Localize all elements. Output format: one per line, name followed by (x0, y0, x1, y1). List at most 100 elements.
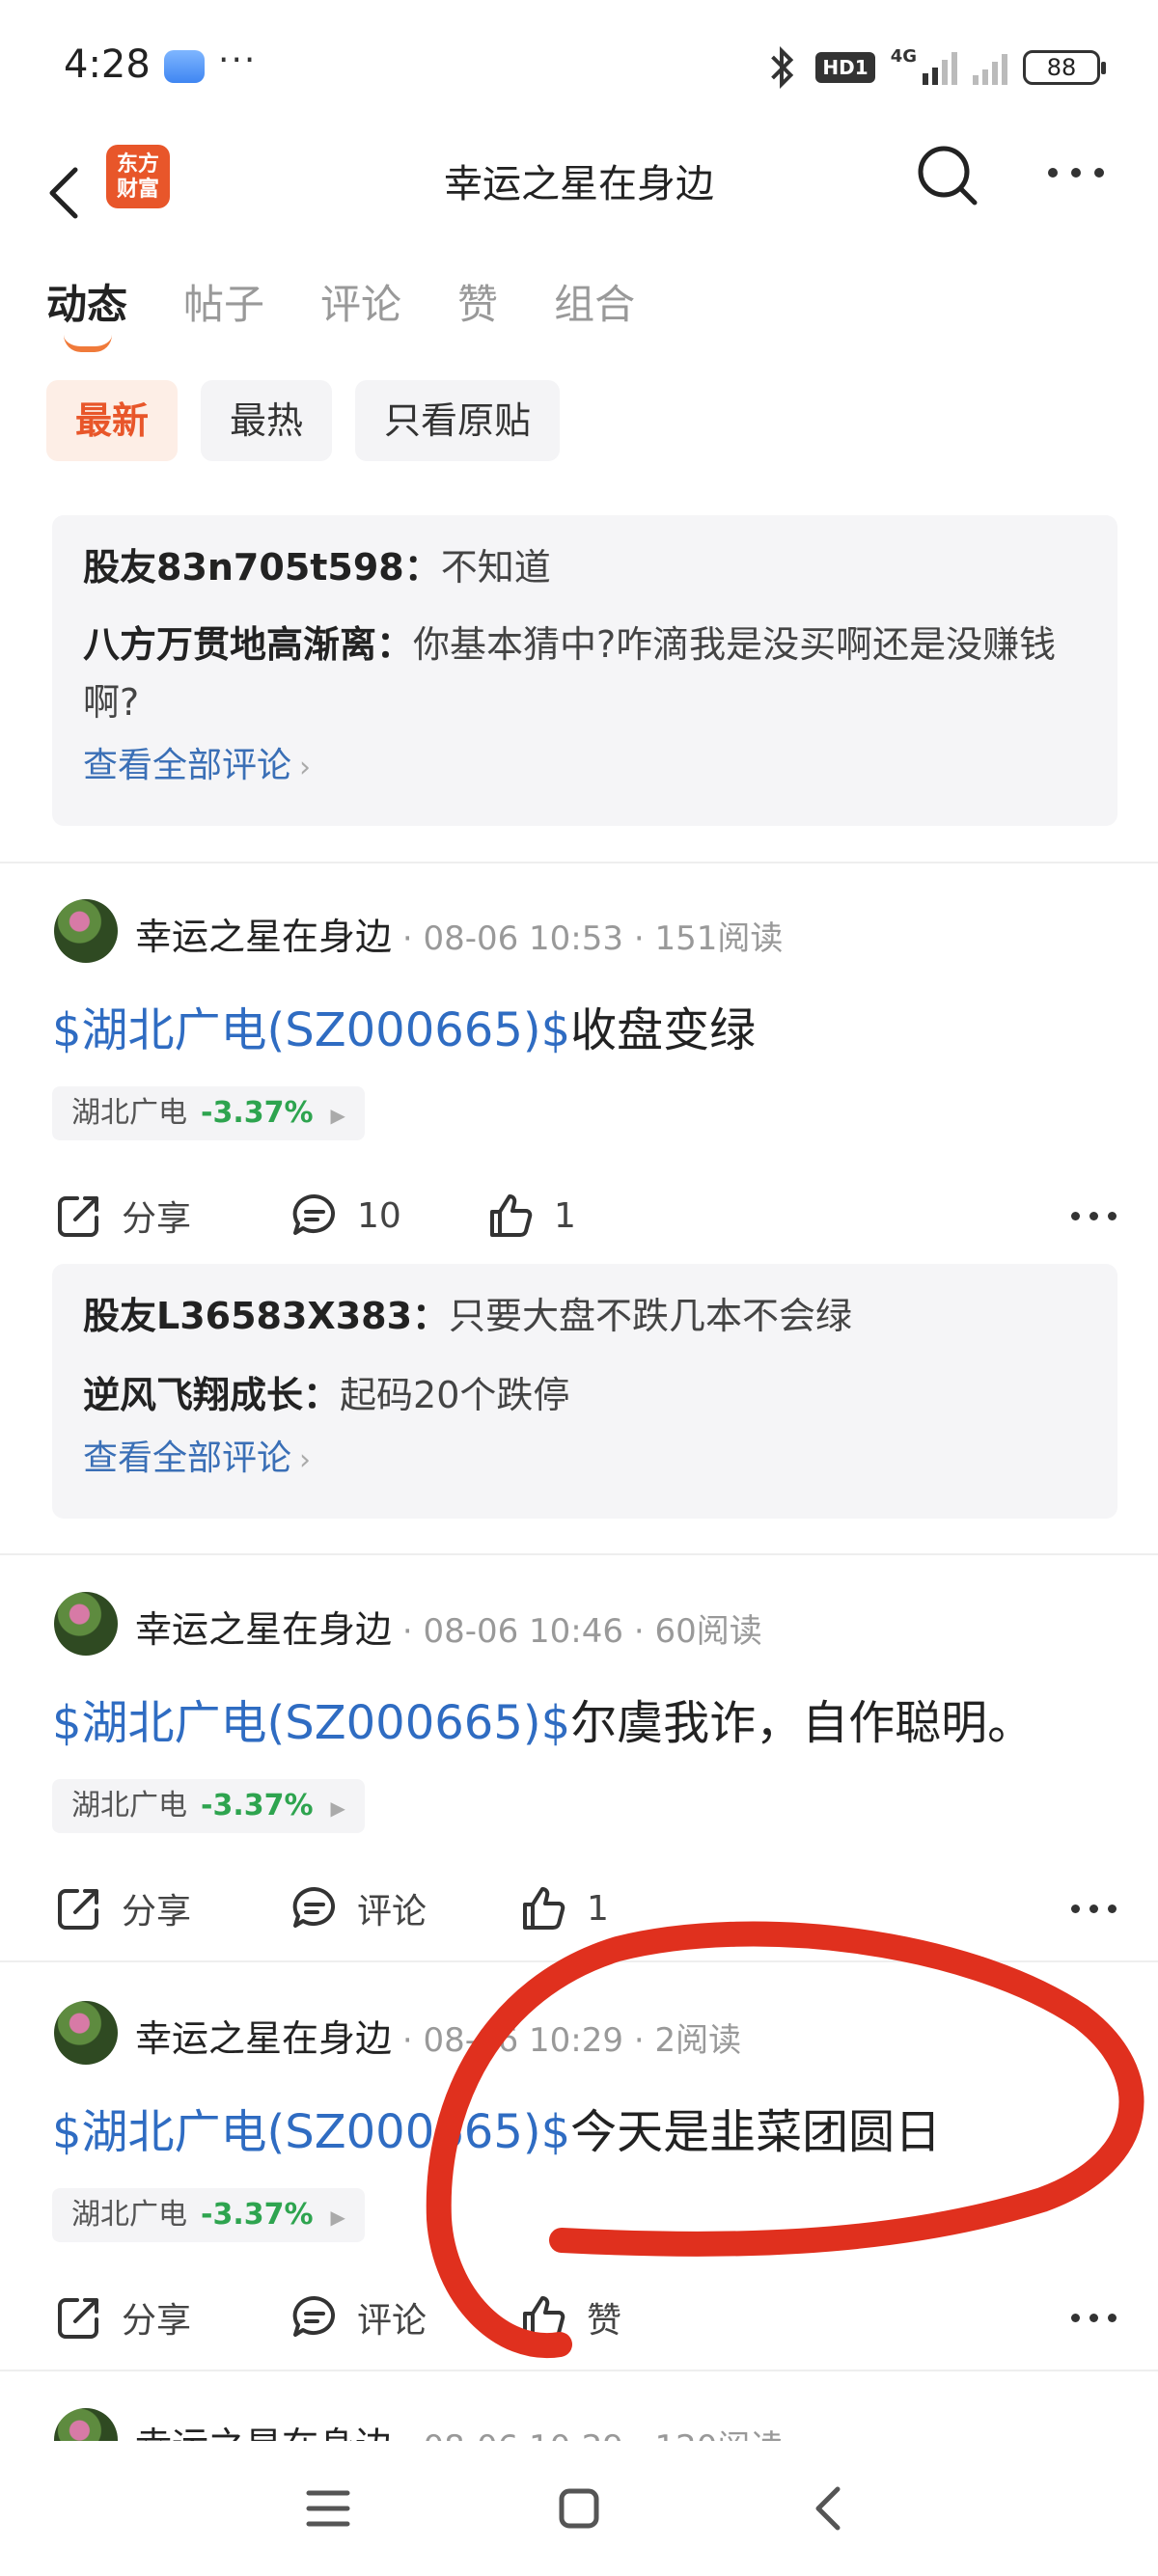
menu-icon[interactable] (290, 2470, 367, 2547)
system-nav-bar (0, 2441, 1158, 2576)
weather-icon (164, 50, 205, 83)
post-meta: 幸运之星在身边 · 08-06 10:46 · 60阅读 (135, 1600, 762, 1653)
share-button[interactable]: 分享 (52, 1189, 191, 1243)
comment-item: 股友83n705t598：不知道 (83, 546, 551, 589)
post-more-icon[interactable] (1071, 1212, 1117, 1221)
divider (0, 1553, 1158, 1555)
price-change: -3.37% (201, 1096, 314, 1130)
post-content[interactable]: $湖北广电(SZ000665)$收盘变绿 (52, 992, 756, 1059)
caret-right-icon: ▶ (330, 1104, 345, 1127)
stock-tag[interactable]: 湖北广电 -3.37% ▶ (52, 2188, 365, 2242)
tab-portfolio[interactable]: 组合 (554, 272, 635, 331)
view-all-comments-link[interactable]: 查看全部评论 › (83, 737, 1087, 797)
thumbs-up-icon (523, 2296, 565, 2339)
author-name[interactable]: 幸运之星在身边 (135, 1608, 392, 1651)
post-actions: 分享 10 1 (52, 1189, 1117, 1247)
filter-hot[interactable]: 最热 (201, 380, 333, 461)
chevron-right-icon: › (299, 1443, 312, 1477)
comment-icon (292, 2295, 335, 2337)
post-more-icon[interactable] (1071, 1905, 1117, 1914)
stock-tag[interactable]: 湖北广电 -3.37% ▶ (52, 1086, 365, 1140)
filter-chips: 最新 最热 只看原贴 (46, 380, 561, 461)
author-name[interactable]: 幸运之星在身边 (135, 916, 392, 958)
post-card[interactable]: 幸运之星在身边 · 08-06 10:29 · 120阅读 (0, 2408, 1158, 2441)
more-notifications-icon: ··· (218, 41, 258, 80)
price-change: -3.37% (201, 2198, 314, 2232)
comment-button[interactable]: 评论 (288, 2290, 427, 2344)
header: 东方 财富 幸运之星在身边 (0, 135, 1158, 251)
signal-2-icon (973, 50, 1007, 85)
avatar[interactable] (54, 1592, 118, 1656)
avatar[interactable] (54, 899, 118, 963)
share-icon (58, 2298, 98, 2339)
author-name[interactable]: 幸运之星在身边 (135, 2425, 392, 2441)
tab-bar: 动态 帖子 评论 赞 组合 (46, 272, 635, 352)
stock-link[interactable]: $湖北广电(SZ000665)$ (52, 1003, 570, 1057)
post-time-reads: · 08-06 10:29 · 2阅读 (392, 2021, 742, 2060)
stock-link[interactable]: $湖北广电(SZ000665)$ (52, 1696, 570, 1750)
post-content[interactable]: $湖北广电(SZ000665)$尔虞我诈，自作聪明。 (52, 1685, 1034, 1752)
caret-right-icon: ▶ (330, 2206, 345, 2229)
avatar[interactable] (54, 2408, 118, 2441)
tab-likes[interactable]: 赞 (457, 272, 498, 331)
bluetooth-icon (771, 46, 794, 89)
post-time-reads: · 08-06 10:29 · 120阅读 (392, 2428, 784, 2441)
stock-link[interactable]: $湖北广电(SZ000665)$ (52, 2105, 570, 2159)
share-button[interactable]: 分享 (52, 2290, 191, 2344)
post-more-icon[interactable] (1071, 2314, 1117, 2323)
share-icon (58, 1889, 98, 1930)
post-actions: 分享 评论 赞 (52, 2290, 1117, 2348)
filter-latest[interactable]: 最新 (46, 380, 179, 461)
comment-button[interactable]: 评论 (288, 1881, 427, 1935)
divider (0, 862, 1158, 863)
share-button[interactable]: 分享 (52, 1881, 191, 1935)
comment-preview[interactable]: 股友L36583X383：只要大盘不跌几本不会绿 逆风飞翔成长：起码20个跌停 … (52, 1264, 1117, 1519)
chevron-right-icon: › (299, 751, 312, 784)
post-actions: 分享 评论 1 (52, 1881, 1117, 1939)
share-icon (58, 1196, 98, 1237)
battery-icon: 88 (1023, 50, 1106, 85)
post-card[interactable]: 幸运之星在身边 · 08-06 10:46 · 60阅读 $湖北广电(SZ000… (0, 1592, 1158, 1959)
status-bar: 4:28 ··· HD1 4G 88 (0, 0, 1158, 135)
post-time-reads: · 08-06 10:53 · 151阅读 (392, 919, 784, 958)
author-name[interactable]: 幸运之星在身边 (135, 2017, 392, 2060)
caret-right-icon: ▶ (330, 1796, 345, 1820)
status-time: 4:28 (64, 42, 151, 87)
page-title: 幸运之星在身边 (444, 162, 714, 206)
view-all-comments-link[interactable]: 查看全部评论 › (83, 1430, 1087, 1490)
hd-icon: HD1 (815, 52, 875, 83)
comment-item: 逆风飞翔成长：起码20个跌停 (83, 1374, 570, 1416)
network-type: 4G (890, 46, 917, 67)
post-meta: 幸运之星在身边 · 08-06 10:53 · 151阅读 (135, 907, 783, 960)
thumbs-up-icon (490, 1194, 533, 1237)
tab-dynamics[interactable]: 动态 (46, 272, 127, 352)
home-icon[interactable] (540, 2470, 618, 2547)
thumbs-up-icon (523, 1887, 565, 1930)
tab-posts[interactable]: 帖子 (183, 272, 264, 331)
tab-comments[interactable]: 评论 (320, 272, 401, 331)
post-meta: 幸运之星在身边 · 08-06 10:29 · 120阅读 (135, 2416, 783, 2441)
comment-icon (292, 1193, 335, 1235)
signal-icon (923, 50, 957, 85)
comment-button[interactable]: 10 (288, 1189, 401, 1243)
like-button[interactable]: 1 (484, 1189, 576, 1243)
more-icon[interactable] (1048, 168, 1106, 179)
avatar[interactable] (54, 2001, 118, 2065)
post-card[interactable]: 幸运之星在身边 · 08-06 10:29 · 2阅读 $湖北广电(SZ0006… (0, 2001, 1158, 2368)
price-change: -3.37% (201, 1789, 314, 1822)
comment-preview[interactable]: 股友83n705t598：不知道 八方万贯地高渐离：你基本猜中?咋滴我是没买啊还… (52, 515, 1117, 826)
comment-item: 股友L36583X383：只要大盘不跌几本不会绿 (83, 1295, 853, 1337)
like-button[interactable]: 赞 (517, 2290, 621, 2344)
post-meta: 幸运之星在身边 · 08-06 10:29 · 2阅读 (135, 2009, 741, 2062)
filter-original-only[interactable]: 只看原贴 (355, 380, 561, 461)
back-nav-icon[interactable] (791, 2470, 868, 2547)
like-button[interactable]: 1 (517, 1881, 609, 1935)
stock-tag[interactable]: 湖北广电 -3.37% ▶ (52, 1779, 365, 1833)
post-time-reads: · 08-06 10:46 · 60阅读 (392, 1612, 762, 1651)
post-card[interactable]: 幸运之星在身边 · 08-06 10:53 · 151阅读 $湖北广电(SZ00… (0, 899, 1158, 1536)
divider (0, 1960, 1158, 1962)
divider (0, 2370, 1158, 2371)
search-icon[interactable] (913, 141, 980, 208)
comment-icon (292, 1886, 335, 1928)
post-content[interactable]: $湖北广电(SZ000665)$今天是韭菜团圆日 (52, 2094, 941, 2161)
